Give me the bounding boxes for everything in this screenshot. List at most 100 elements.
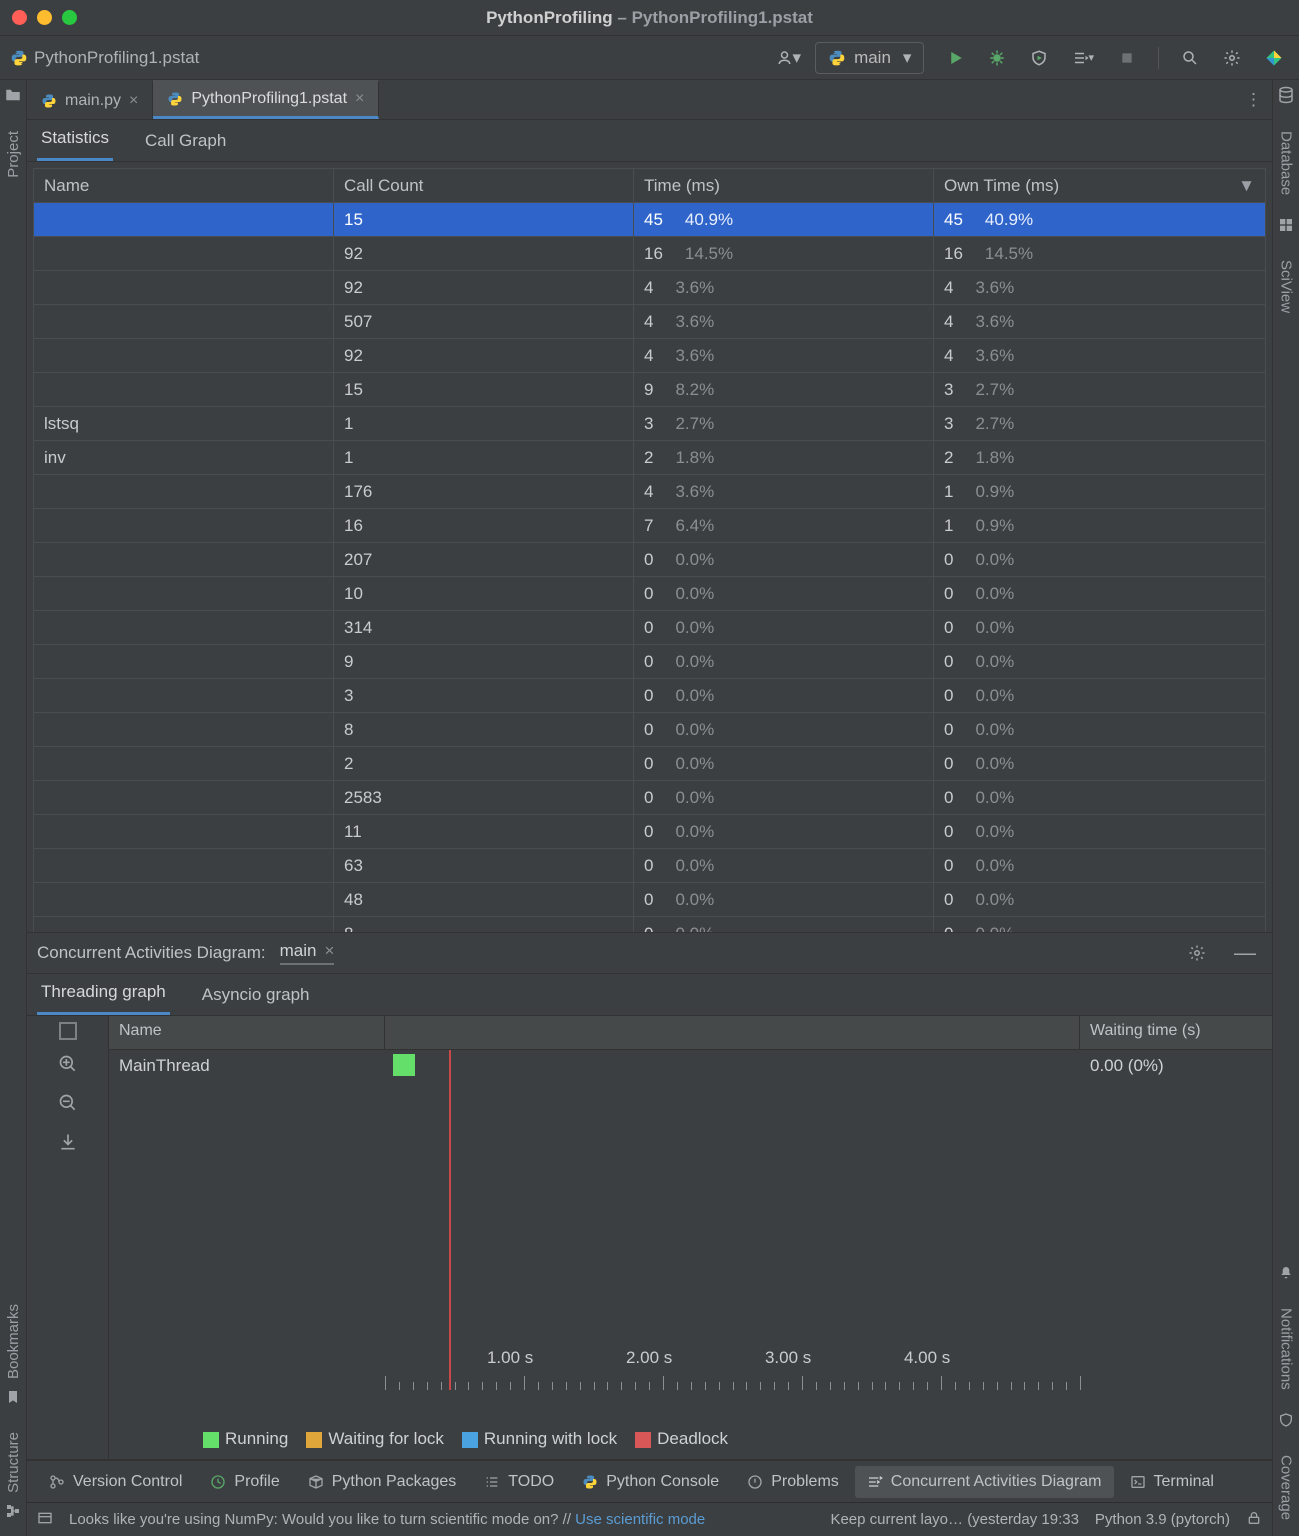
col-header-name[interactable]: Name [34,169,334,203]
ide-logo-icon[interactable] [1259,43,1289,73]
conc-settings-button[interactable] [1182,938,1212,968]
table-row[interactable]: 154540.9%4540.9% [34,203,1266,237]
status-lock-icon[interactable] [1246,1510,1262,1530]
more-run-button[interactable]: ▾ [1066,43,1100,73]
tool-problems[interactable]: Problems [735,1466,851,1498]
cell-name [34,781,334,815]
stop-square-icon[interactable] [59,1022,77,1040]
tool-profile[interactable]: Profile [198,1466,291,1498]
navigation-breadcrumb[interactable]: PythonProfiling1.pstat [10,48,199,68]
tool-project[interactable]: Project [5,127,22,182]
sciview-icon[interactable] [1278,217,1294,238]
editor-tab-pstat[interactable]: PythonProfiling1.pstat × [153,80,379,119]
table-row[interactable]: inv121.8%21.8% [34,441,1266,475]
table-row[interactable]: 1598.2%32.7% [34,373,1266,407]
conc-hide-button[interactable]: — [1228,938,1262,968]
settings-button[interactable] [1217,43,1247,73]
table-row[interactable]: lstsq132.7%32.7% [34,407,1266,441]
table-row[interactable]: 921614.5%1614.5% [34,237,1266,271]
editor-tab-main[interactable]: main.py × [27,80,153,119]
export-button[interactable] [58,1132,78,1157]
folder-icon[interactable] [4,86,22,109]
col-header-time[interactable]: Time (ms) [634,169,934,203]
tab-threading-graph[interactable]: Threading graph [37,982,170,1015]
tool-sciview[interactable]: SciView [1278,256,1295,317]
tool-console[interactable]: Python Console [570,1466,731,1498]
tool-bookmarks[interactable]: Bookmarks [5,1300,22,1383]
minimize-window-button[interactable] [37,10,52,25]
zoom-in-button[interactable] [58,1054,78,1079]
conc-chip[interactable]: main × [280,941,335,965]
table-row[interactable]: 20700.0%00.0% [34,543,1266,577]
col-header-count[interactable]: Call Count [334,169,634,203]
run-config-selector[interactable]: main ▾ [815,42,924,74]
table-row[interactable]: 4800.0%00.0% [34,883,1266,917]
coverage-run-button[interactable] [1024,43,1054,73]
col-header-own[interactable]: Own Time (ms) ▼ [934,169,1266,203]
tool-terminal[interactable]: Terminal [1118,1466,1226,1498]
subtab-callgraph[interactable]: Call Graph [141,131,230,161]
table-row[interactable]: 50743.6%43.6% [34,305,1266,339]
table-row[interactable]: 1676.4%10.9% [34,509,1266,543]
table-row[interactable]: 300.0%00.0% [34,679,1266,713]
tg-row[interactable]: MainThread 1.00 s 2.00 s 3.00 s 4.00 s [109,1050,1272,1390]
table-row[interactable]: 200.0%00.0% [34,747,1266,781]
status-message[interactable]: Looks like you're using NumPy: Would you… [69,1511,814,1528]
editor-tabs-more[interactable]: ⋮ [1235,80,1272,119]
playhead[interactable] [449,1050,451,1390]
tool-coverage[interactable]: Coverage [1278,1451,1295,1524]
table-row[interactable]: 258300.0%00.0% [34,781,1266,815]
run-button[interactable] [940,43,970,73]
table-row[interactable]: 1000.0%00.0% [34,577,1266,611]
tool-notifications[interactable]: Notifications [1278,1304,1295,1394]
database-icon[interactable] [1277,86,1295,109]
tool-packages[interactable]: Python Packages [296,1466,469,1498]
table-row[interactable]: 9243.6%43.6% [34,339,1266,373]
tg-col-graph [385,1016,1080,1049]
cell-own: 00.0% [934,917,1266,933]
close-tab-icon[interactable]: × [129,92,138,110]
zoom-out-button[interactable] [58,1093,78,1118]
debug-button[interactable] [982,43,1012,73]
coverage-icon[interactable] [1278,1412,1294,1433]
status-interpreter[interactable]: Python 3.9 (pytorch) [1095,1511,1230,1528]
window-controls [12,10,77,25]
tg-col-wait[interactable]: Waiting time (s) [1080,1016,1272,1049]
cell-time: 43.6% [634,475,934,509]
threading-graph: Name Waiting time (s) MainThread 1.00 s … [27,1016,1272,1460]
stop-button[interactable] [1112,43,1142,73]
close-tab-icon[interactable]: × [355,90,364,108]
table-row[interactable]: 800.0%00.0% [34,713,1266,747]
status-layout[interactable]: Keep current layo… (yesterday 19:33 [830,1511,1078,1528]
tool-todo[interactable]: TODO [472,1466,566,1498]
table-row[interactable]: 17643.6%10.9% [34,475,1266,509]
table-row[interactable]: 6300.0%00.0% [34,849,1266,883]
tool-structure[interactable]: Structure [5,1428,22,1497]
subtab-statistics[interactable]: Statistics [37,128,113,161]
add-config-button[interactable]: ▾ [771,43,808,73]
table-row[interactable]: 31400.0%00.0% [34,611,1266,645]
cell-name: lstsq [34,407,334,441]
tool-database[interactable]: Database [1278,127,1295,199]
search-everywhere-button[interactable] [1175,43,1205,73]
table-row[interactable]: 1100.0%00.0% [34,815,1266,849]
tool-concurrent[interactable]: Concurrent Activities Diagram [855,1466,1114,1498]
bookmark-icon[interactable] [5,1389,21,1410]
zoom-window-button[interactable] [62,10,77,25]
cell-count: 8 [334,917,634,933]
cell-count: 2583 [334,781,634,815]
status-bar: Looks like you're using NumPy: Would you… [27,1502,1272,1536]
bell-icon[interactable] [1278,1265,1294,1286]
table-row[interactable]: 9243.6%43.6% [34,271,1266,305]
close-window-button[interactable] [12,10,27,25]
tool-vcs[interactable]: Version Control [37,1466,194,1498]
table-row[interactable]: 900.0%00.0% [34,645,1266,679]
thread-timeline[interactable]: 1.00 s 2.00 s 3.00 s 4.00 s [385,1050,1080,1390]
cell-count: 507 [334,305,634,339]
tab-asyncio-graph[interactable]: Asyncio graph [198,985,314,1015]
table-row[interactable]: 800.0%00.0% [34,917,1266,933]
close-icon[interactable]: × [325,941,335,961]
tg-col-name[interactable]: Name [109,1016,385,1049]
structure-icon[interactable] [5,1503,21,1524]
status-window-icon[interactable] [37,1510,53,1530]
